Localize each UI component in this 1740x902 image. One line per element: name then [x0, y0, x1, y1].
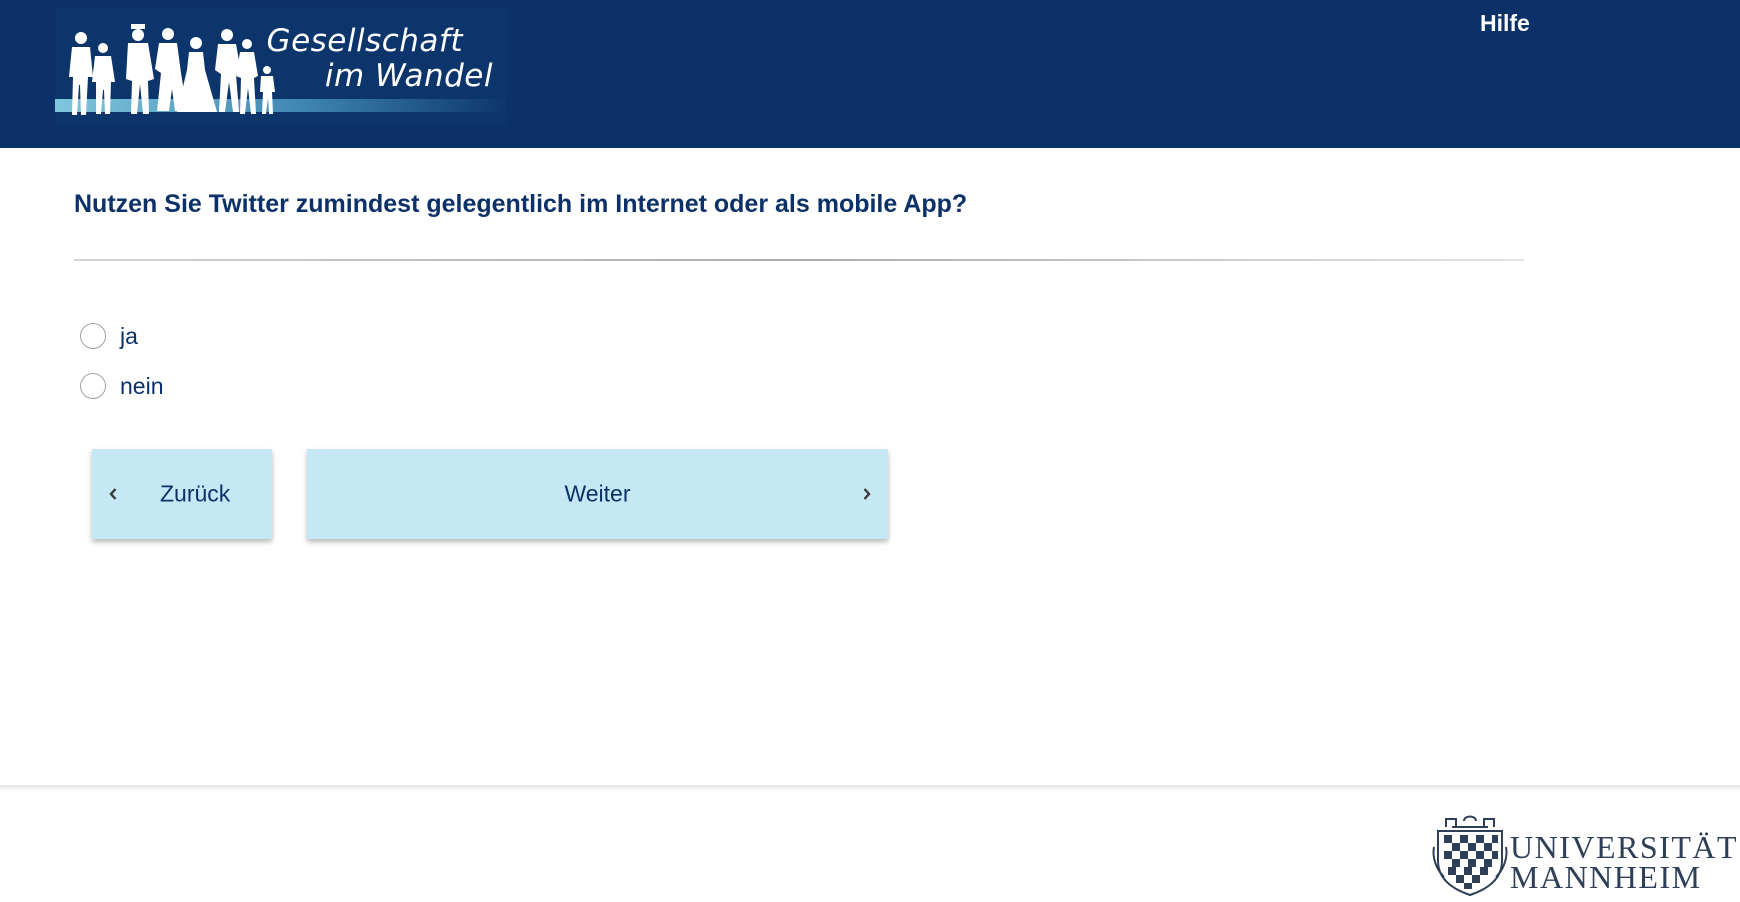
- answer-label-ja: ja: [120, 322, 138, 349]
- next-button-label: Weiter: [564, 480, 631, 507]
- question-divider: [74, 259, 1524, 261]
- next-button[interactable]: Weiter: [307, 449, 888, 539]
- university-name-line2: MANNHEIM: [1510, 859, 1702, 895]
- back-button[interactable]: Zurück: [92, 449, 272, 539]
- answer-option-ja[interactable]: ja: [80, 321, 138, 351]
- header-bar: Gesellschaft im Wandel Hilfe: [0, 0, 1740, 148]
- logo-title-line1: Gesellschaft: [266, 23, 463, 59]
- answer-option-nein[interactable]: nein: [80, 371, 163, 401]
- chevron-left-icon: [109, 488, 117, 500]
- answer-label-nein: nein: [120, 372, 164, 399]
- radio-button-nein[interactable]: [80, 373, 106, 399]
- help-link[interactable]: Hilfe: [1480, 10, 1530, 37]
- university-crest-icon: [1432, 815, 1508, 897]
- gesellschaft-im-wandel-logo: Gesellschaft im Wandel: [55, 8, 507, 126]
- footer-divider: [0, 785, 1740, 793]
- chevron-right-icon: [863, 488, 871, 500]
- question-text: Nutzen Sie Twitter zumindest gelegentlic…: [74, 190, 968, 218]
- universitaet-mannheim-logo: UNIVERSITÄT MANNHEIM: [1430, 811, 1737, 897]
- logo-title-line2: im Wandel: [324, 58, 493, 94]
- radio-button-ja[interactable]: [80, 323, 106, 349]
- back-button-label: Zurück: [160, 480, 231, 507]
